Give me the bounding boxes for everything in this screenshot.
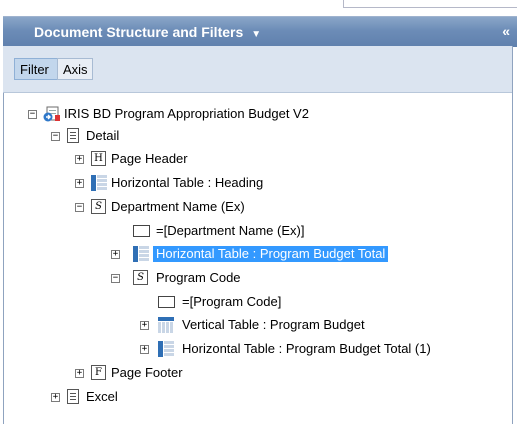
tree-node-htable-program-budget-total[interactable]: + Horizontal Table : Program Budget Tota… <box>0 244 517 264</box>
panel-title-text: Document Structure and Filters <box>34 24 244 40</box>
tree-node-label: Detail <box>86 128 120 143</box>
collapse-panel-icon[interactable]: « <box>502 23 510 39</box>
panel-header: Document Structure and Filters ▼ « <box>3 16 517 47</box>
section-icon: S <box>133 270 148 285</box>
expand-toggle-icon[interactable]: + <box>75 155 84 164</box>
tree-node-department-section[interactable]: − S Department Name (Ex) <box>0 197 517 217</box>
tree-node-page-footer[interactable]: + F Page Footer <box>0 363 517 383</box>
document-icon <box>67 389 79 404</box>
cell-icon <box>133 225 150 237</box>
tree-node-label: =[Department Name (Ex)] <box>156 223 305 238</box>
tree-node-label: Page Footer <box>111 365 183 380</box>
toolbar: Filter Axis <box>3 46 512 93</box>
axis-button[interactable]: Axis <box>57 58 93 80</box>
tree-node-root[interactable]: − IRIS BD Program Appropriation Budget V… <box>0 104 517 124</box>
expand-toggle-icon[interactable]: + <box>75 179 84 188</box>
horizontal-table-icon <box>133 246 149 262</box>
expand-toggle-icon[interactable]: + <box>111 250 120 259</box>
tree-node-label: Department Name (Ex) <box>111 199 245 214</box>
horizontal-table-icon <box>158 341 174 357</box>
tree-node-label: IRIS BD Program Appropriation Budget V2 <box>64 106 309 121</box>
section-icon: S <box>91 199 106 214</box>
vertical-table-icon <box>158 317 174 333</box>
report-icon <box>43 106 61 122</box>
tree-node-label: Vertical Table : Program Budget <box>182 317 365 332</box>
expand-toggle-icon[interactable]: + <box>75 369 84 378</box>
tree-node-program-code-cell[interactable]: =[Program Code] <box>0 292 517 312</box>
collapse-toggle-icon[interactable]: − <box>75 203 84 212</box>
tree-node-label: Page Header <box>111 151 188 166</box>
tree-node-htable-program-budget-total-1[interactable]: + Horizontal Table : Program Budget Tota… <box>0 339 517 359</box>
top-input-edge <box>343 0 517 8</box>
horizontal-table-icon <box>91 175 107 191</box>
tree-node-label: Excel <box>86 389 118 404</box>
tree-node-label-selected: Horizontal Table : Program Budget Total <box>153 246 389 262</box>
tree-node-label: Program Code <box>156 270 241 285</box>
tree-node-label: Horizontal Table : Heading <box>111 175 264 190</box>
tree-node-htable-heading[interactable]: + Horizontal Table : Heading <box>0 173 517 193</box>
top-strip <box>0 0 517 16</box>
page-header-icon: H <box>91 151 106 166</box>
document-structure-tree: − IRIS BD Program Appropriation Budget V… <box>0 92 517 424</box>
tree-node-page-header[interactable]: + H Page Header <box>0 149 517 169</box>
expand-toggle-icon[interactable]: + <box>140 321 149 330</box>
collapse-toggle-icon[interactable]: − <box>51 132 60 141</box>
tree-node-vtable-program-budget[interactable]: + Vertical Table : Program Budget <box>0 315 517 335</box>
expand-toggle-icon[interactable]: + <box>51 393 60 402</box>
page-footer-icon: F <box>91 365 106 380</box>
tree-node-program-code-section[interactable]: − S Program Code <box>0 268 517 288</box>
cell-icon <box>158 296 175 308</box>
tree-node-detail[interactable]: − Detail <box>0 126 517 146</box>
collapse-toggle-icon[interactable]: − <box>28 110 37 119</box>
collapse-toggle-icon[interactable]: − <box>111 274 120 283</box>
document-icon <box>67 128 79 143</box>
tree-node-label: =[Program Code] <box>182 294 282 309</box>
tree-node-excel[interactable]: + Excel <box>0 387 517 407</box>
tree-node-department-cell[interactable]: =[Department Name (Ex)] <box>0 221 517 241</box>
panel-title[interactable]: Document Structure and Filters ▼ <box>34 24 261 40</box>
tree-node-label: Horizontal Table : Program Budget Total … <box>182 341 431 356</box>
dropdown-arrow-icon[interactable]: ▼ <box>251 29 261 40</box>
filter-button[interactable]: Filter <box>14 58 60 80</box>
expand-toggle-icon[interactable]: + <box>140 345 149 354</box>
